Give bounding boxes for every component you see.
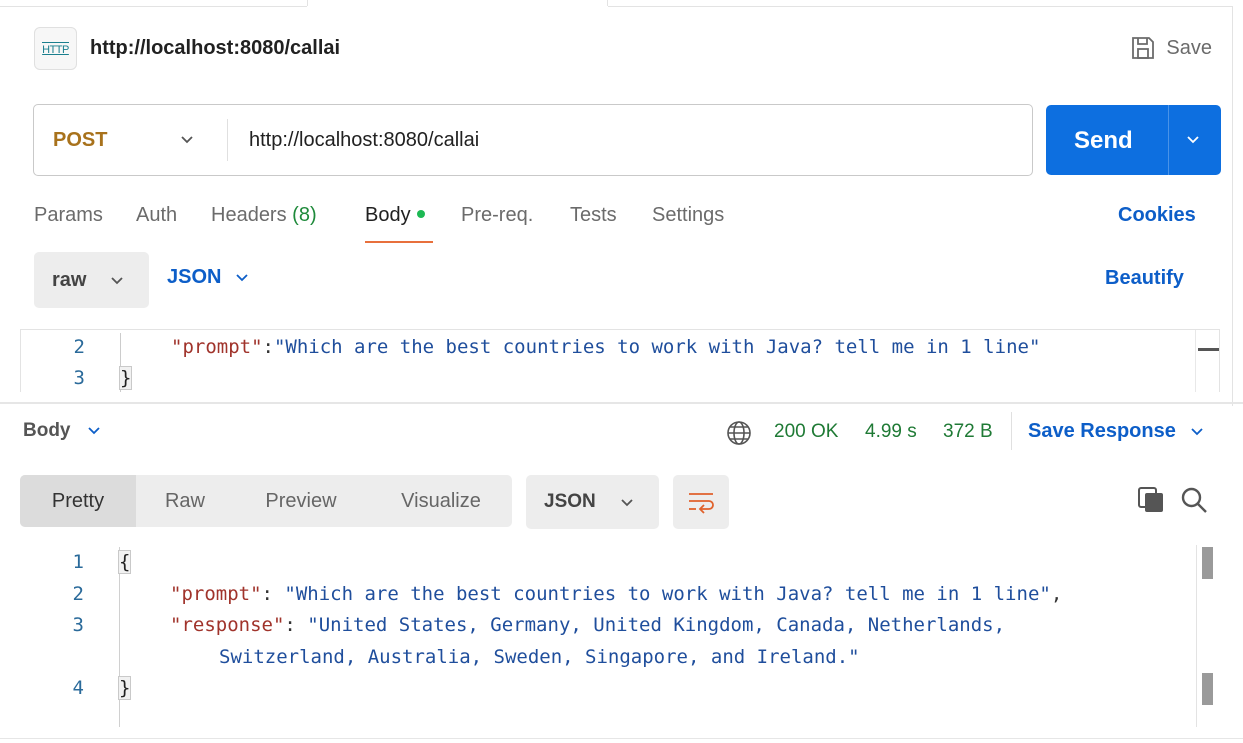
response-size[interactable]: 372 B — [943, 421, 993, 443]
line-number: 4 — [72, 677, 84, 699]
http-icon-text: HTTP — [42, 41, 69, 56]
body-mode-label: raw — [52, 269, 87, 291]
closing-brace: } — [118, 366, 133, 390]
chevron-down-icon — [87, 427, 100, 435]
save-button[interactable]: Save — [1130, 33, 1212, 63]
response-time[interactable]: 4.99 s — [865, 421, 917, 443]
line-number: 3 — [72, 614, 84, 636]
request-name[interactable]: http://localhost:8080/callai — [90, 37, 340, 60]
chevron-down-icon — [111, 277, 123, 285]
tab-headers-label: Headers — [211, 204, 287, 226]
send-divider — [1168, 105, 1169, 175]
pane-divider[interactable] — [0, 402, 1243, 404]
tab-line-right — [608, 6, 1233, 7]
opening-brace: { — [117, 550, 132, 574]
method-select[interactable]: POST — [34, 105, 227, 175]
view-tab-preview[interactable]: Preview — [248, 475, 354, 527]
chevron-down-icon — [181, 136, 193, 144]
bottom-border — [0, 738, 1243, 739]
closing-brace: } — [117, 676, 132, 700]
json-value: "Which are the best countries to work wi… — [273, 336, 1041, 358]
body-mode-select[interactable]: raw — [34, 252, 149, 308]
chevron-down-icon[interactable] — [1186, 133, 1200, 147]
tab-body-label: Body — [365, 204, 411, 226]
tab-tests[interactable]: Tests — [570, 204, 617, 227]
line-number: 2 — [72, 583, 84, 605]
editor-gutter-line — [119, 547, 120, 727]
save-label: Save — [1166, 36, 1212, 59]
request-editor-scrollbar[interactable] — [1195, 330, 1219, 392]
url-input[interactable] — [249, 123, 1009, 157]
code-line: "prompt": "Which are the best countries … — [170, 583, 1062, 605]
url-bar: POST — [33, 104, 1033, 176]
json-comma: , — [1050, 583, 1063, 605]
tab-body[interactable]: Body — [365, 204, 425, 227]
line-number: 1 — [72, 551, 84, 573]
tab-headers[interactable]: Headers (8) — [211, 204, 317, 227]
headers-count: (8) — [292, 204, 317, 226]
chevron-down-icon — [1191, 427, 1203, 435]
json-value: "Which are the best countries to work wi… — [284, 583, 1051, 605]
json-separator: : — [261, 583, 285, 605]
json-key: "prompt" — [170, 583, 262, 605]
body-language-select[interactable]: JSON — [167, 266, 249, 289]
save-response-button[interactable]: Save Response — [1028, 420, 1204, 443]
view-tab-pretty[interactable]: Pretty — [20, 475, 136, 527]
wrap-lines-icon — [689, 493, 714, 514]
tab-line-left — [0, 6, 307, 7]
body-indicator-dot — [416, 209, 425, 218]
search-icon[interactable] — [1180, 486, 1208, 514]
response-view-tabs: Pretty Raw Preview Visualize — [20, 475, 512, 527]
response-viewer-scrollbar[interactable] — [1196, 545, 1218, 727]
json-key: "prompt" — [171, 336, 263, 358]
line-number: 3 — [73, 367, 85, 389]
tab-strip — [0, 0, 1243, 8]
scrollbar-thumb[interactable] — [1202, 547, 1213, 579]
cookies-link[interactable]: Cookies — [1118, 204, 1196, 227]
code-line: "prompt":"Which are the best countries t… — [171, 336, 1040, 358]
json-key: "response" — [170, 614, 285, 636]
save-icon — [1132, 37, 1155, 59]
json-value: "United States, Germany, United Kingdom,… — [307, 614, 1006, 636]
response-divider — [1011, 412, 1012, 450]
chevron-down-icon — [621, 499, 633, 507]
method-label: POST — [53, 128, 108, 151]
tab-auth[interactable]: Auth — [136, 204, 177, 227]
response-body-select[interactable]: Body — [23, 420, 101, 442]
json-separator: : — [284, 614, 308, 636]
http-icon: HTTP — [34, 27, 77, 70]
status-code[interactable]: 200 OK — [774, 421, 838, 443]
copy-icon[interactable] — [1137, 486, 1165, 514]
code-line: "response": "United States, Germany, Uni… — [170, 614, 1005, 636]
active-request-tab[interactable] — [307, 0, 608, 6]
view-tab-raw[interactable]: Raw — [146, 475, 224, 527]
tab-settings[interactable]: Settings — [652, 204, 724, 227]
url-divider — [227, 119, 228, 161]
line-number: 2 — [73, 336, 85, 358]
json-separator: : — [262, 336, 274, 358]
view-tab-visualize[interactable]: Visualize — [384, 475, 498, 527]
response-body-viewer[interactable]: 1 { 2 "prompt": "Which are the best coun… — [20, 545, 1220, 727]
active-tab-underline — [365, 241, 433, 243]
wrap-lines-button[interactable] — [673, 475, 729, 529]
response-format-select[interactable]: JSON — [526, 475, 659, 529]
send-label: Send — [1074, 127, 1133, 154]
save-response-label: Save Response — [1028, 420, 1176, 442]
request-header: HTTP http://localhost:8080/callai Save — [34, 27, 1213, 71]
pane-right-border — [1232, 6, 1233, 406]
scrollbar-thumb[interactable] — [1202, 673, 1213, 705]
scrollbar-thumb[interactable] — [1198, 348, 1219, 351]
tab-params[interactable]: Params — [34, 204, 103, 227]
globe-icon[interactable] — [726, 420, 752, 446]
tab-prereq[interactable]: Pre-req. — [461, 204, 533, 227]
beautify-link[interactable]: Beautify — [1105, 267, 1184, 290]
chevron-down-icon — [236, 273, 249, 281]
response-body-label: Body — [23, 420, 71, 441]
code-line-wrapped: Switzerland, Australia, Sweden, Singapor… — [219, 646, 860, 668]
send-button[interactable]: Send — [1046, 105, 1221, 175]
request-body-editor[interactable]: 2 "prompt":"Which are the best countries… — [20, 329, 1220, 392]
response-format-label: JSON — [544, 491, 596, 512]
body-language-label: JSON — [167, 266, 222, 288]
